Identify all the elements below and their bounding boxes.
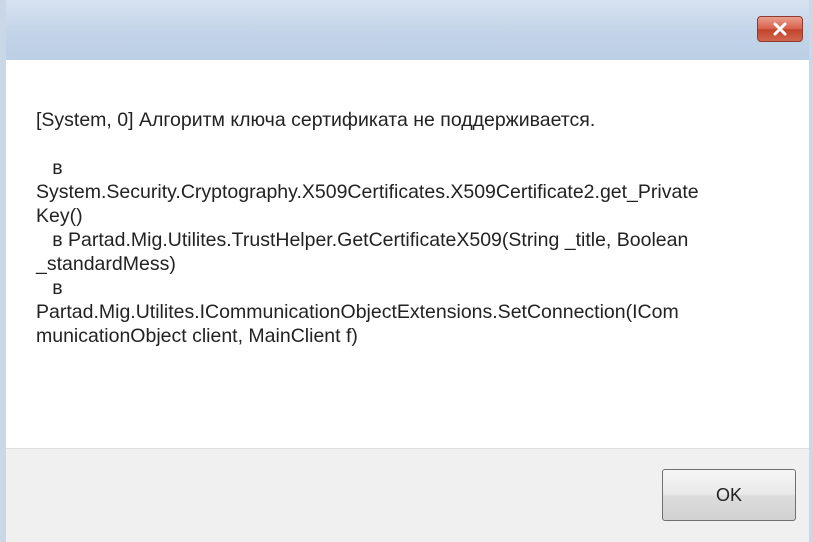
stack-line: _standardMess) [36,253,176,275]
stack-line: municationObject client, MainClient f) [36,325,358,347]
stack-line: Key() [36,205,83,227]
ok-button[interactable]: OK [662,469,796,521]
stack-line: System.Security.Cryptography.X509Certifi… [36,181,699,203]
title-bar[interactable] [6,0,809,60]
dialog-window: [System, 0] Алгоритм ключа сертификата н… [0,0,813,542]
button-bar: OK [6,448,809,542]
error-message: [System, 0] Алгоритм ключа сертификата н… [36,108,776,348]
message-spacer [36,132,776,156]
close-button[interactable] [757,16,803,42]
close-icon [772,22,788,36]
stack-line: в [36,157,63,179]
stack-line: в [36,277,63,299]
stack-line: в Partad.Mig.Utilites.TrustHelper.GetCer… [36,229,689,251]
message-area: [System, 0] Алгоритм ключа сертификата н… [6,60,809,448]
error-title: [System, 0] Алгоритм ключа сертификата н… [36,109,596,131]
stack-line: Partad.Mig.Utilites.ICommunicationObject… [36,301,679,323]
